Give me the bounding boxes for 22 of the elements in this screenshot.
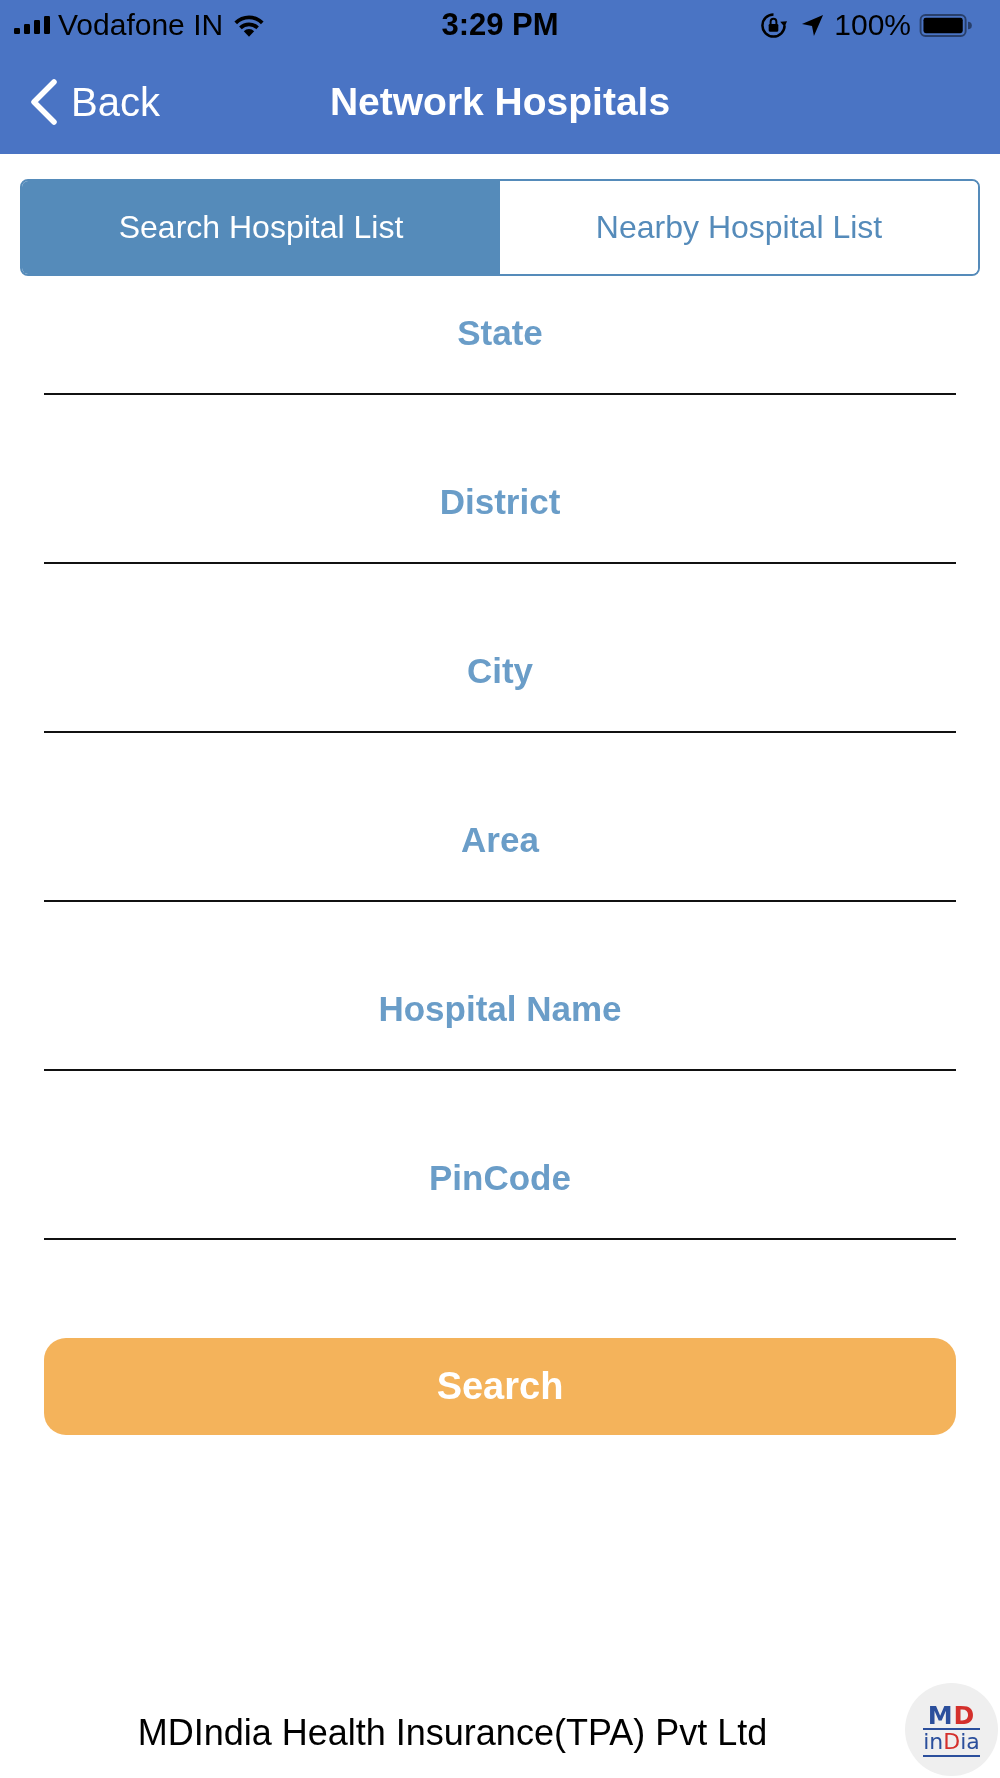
wifi-icon xyxy=(233,13,266,37)
battery-percent: 100% xyxy=(834,8,911,42)
input-field[interactable]: City xyxy=(44,623,956,733)
back-button[interactable]: Back xyxy=(28,78,160,126)
input-field[interactable]: District xyxy=(44,454,956,564)
carrier-name: Vodafone IN xyxy=(58,8,224,42)
status-time: 3:29 PM xyxy=(441,7,559,43)
logo-text: inDia xyxy=(923,1727,980,1757)
input-field[interactable]: Hospital Name xyxy=(44,961,956,1071)
input-field[interactable]: PinCode xyxy=(44,1130,956,1240)
screen-title: Network Hospitals xyxy=(329,80,671,124)
battery-icon xyxy=(919,13,972,37)
location-arrow-icon xyxy=(801,13,825,37)
input-field[interactable]: State xyxy=(44,285,956,395)
segment-tab[interactable]: Search Hospital List xyxy=(22,181,500,274)
signal-icon xyxy=(14,16,50,34)
logo-text: MD xyxy=(927,1702,976,1728)
input-field[interactable]: Area xyxy=(44,792,956,902)
orientation-lock-icon xyxy=(760,11,788,39)
company-name: MDIndia Health Insurance(TPA) Pvt Ltd xyxy=(136,1710,769,1754)
search-button[interactable]: Search xyxy=(44,1338,956,1435)
chevron-left-icon xyxy=(28,78,58,126)
